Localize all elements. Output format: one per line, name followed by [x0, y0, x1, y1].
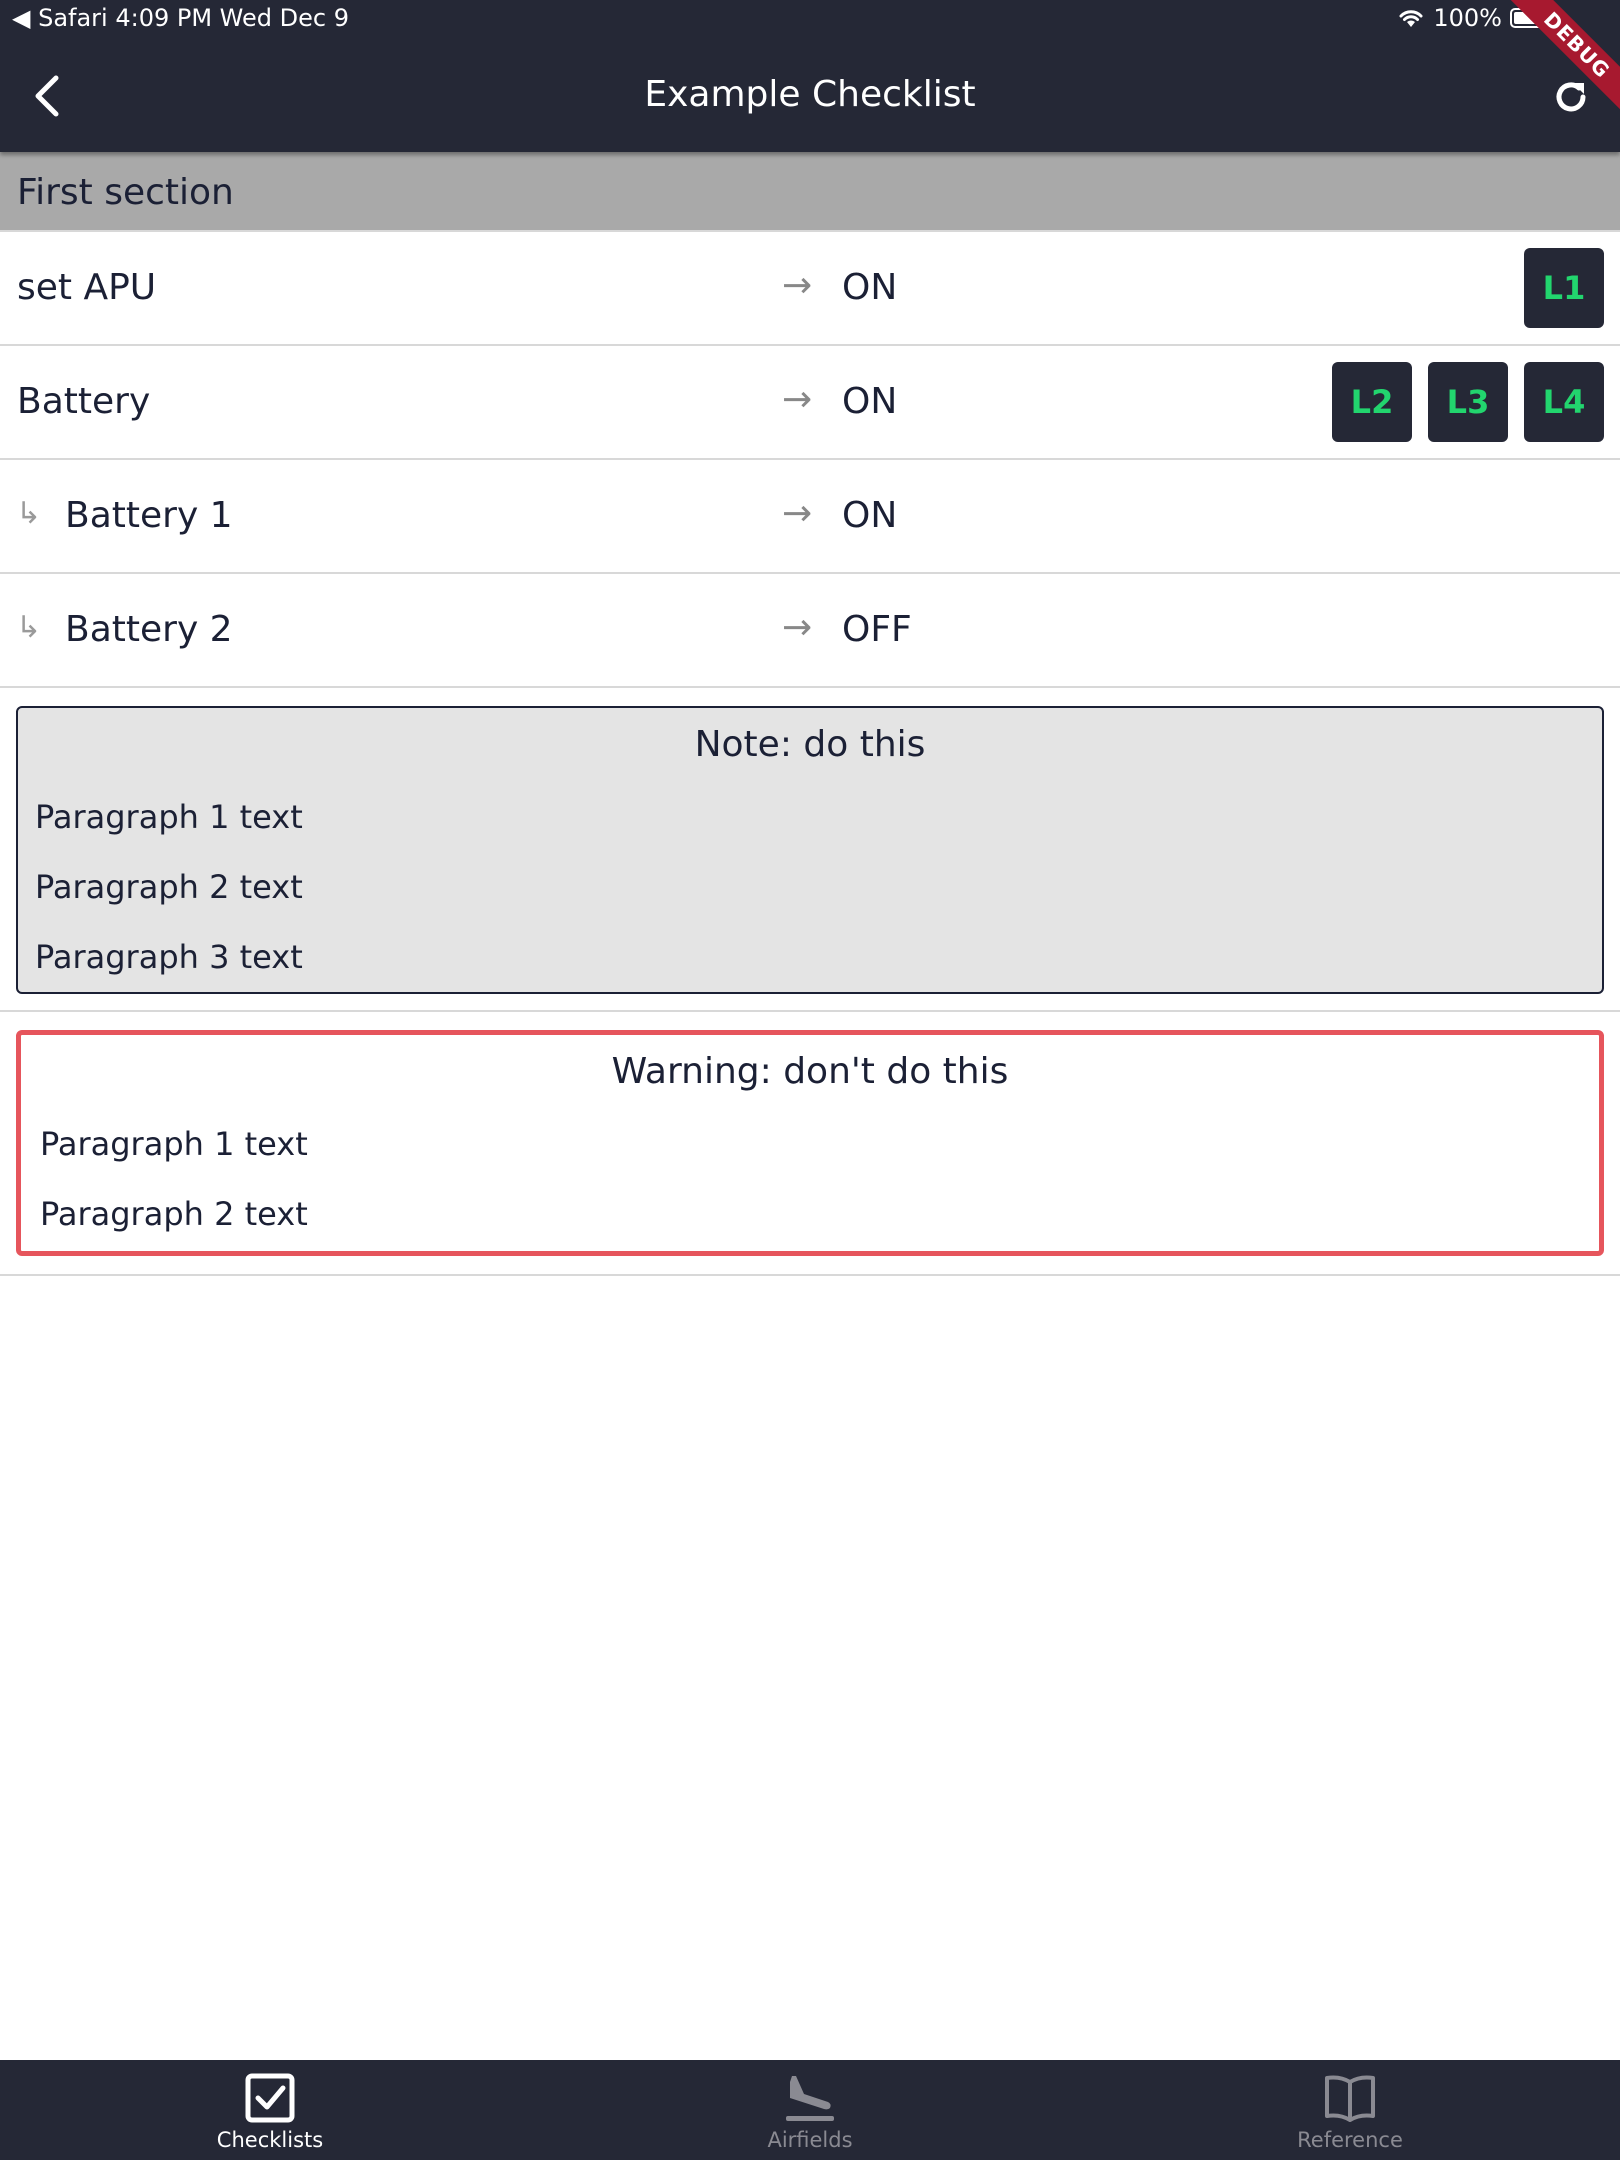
- tag-group: L2 L3 L4: [1332, 362, 1604, 442]
- tag-l3[interactable]: L3: [1428, 362, 1508, 442]
- book-icon: [1322, 2070, 1378, 2126]
- nav-label: Reference: [1297, 2128, 1403, 2152]
- airplane-landing-icon: [782, 2070, 838, 2126]
- note-paragraph: Paragraph 3 text: [35, 938, 303, 976]
- item-value: ON: [842, 267, 898, 308]
- note-title: Note: do this: [694, 724, 926, 765]
- nav-label: Airfields: [767, 2128, 853, 2152]
- tag-l4[interactable]: L4: [1524, 362, 1604, 442]
- item-name: set APU: [17, 267, 157, 308]
- subitem-arrow-icon: ↳: [16, 610, 42, 645]
- item-value: OFF: [842, 609, 912, 650]
- warning-title: Warning: don't do this: [611, 1051, 1009, 1092]
- section-title: First section: [17, 172, 234, 213]
- item-name: Battery 2: [65, 609, 233, 650]
- nav-reference[interactable]: Reference: [1080, 2060, 1620, 2160]
- tag-l2[interactable]: L2: [1332, 362, 1412, 442]
- arrow-right-icon: →: [782, 607, 813, 648]
- note-paragraph: Paragraph 2 text: [35, 868, 303, 906]
- divider: [0, 1010, 1620, 1012]
- warning-paragraph: Paragraph 1 text: [40, 1125, 308, 1163]
- warning-paragraph: Paragraph 2 text: [40, 1195, 308, 1233]
- bottom-navigation: Checklists Airfields Reference: [0, 2060, 1620, 2160]
- note-box: Note: do this Paragraph 1 text Paragraph…: [16, 706, 1604, 994]
- checklist-item-battery[interactable]: Battery → ON L2 L3 L4: [0, 346, 1620, 460]
- divider: [0, 1274, 1620, 1276]
- section-header: First section: [0, 152, 1620, 232]
- wifi-icon: [1399, 10, 1423, 27]
- item-value: ON: [842, 495, 898, 536]
- arrow-right-icon: →: [782, 379, 813, 420]
- warning-box: Warning: don't do this Paragraph 1 text …: [16, 1030, 1604, 1256]
- arrow-right-icon: →: [782, 493, 813, 534]
- page-title: Example Checklist: [644, 74, 976, 115]
- item-name: Battery 1: [65, 495, 233, 536]
- note-paragraph: Paragraph 1 text: [35, 798, 303, 836]
- refresh-icon: [1556, 82, 1586, 112]
- nav-label: Checklists: [216, 2128, 324, 2152]
- battery-percent: 100%: [1433, 4, 1502, 32]
- subitem-arrow-icon: ↳: [16, 496, 42, 531]
- nav-airfields[interactable]: Airfields: [540, 2060, 1080, 2160]
- arrow-right-icon: →: [782, 265, 813, 306]
- checklist-subitem-battery-1[interactable]: ↳ Battery 1 → ON: [0, 460, 1620, 574]
- item-name: Battery: [17, 381, 151, 422]
- checklist-item-set-apu[interactable]: set APU → ON L1: [0, 232, 1620, 346]
- item-value: ON: [842, 381, 898, 422]
- checkbox-icon: [242, 2070, 298, 2126]
- nav-checklists[interactable]: Checklists: [0, 2060, 540, 2160]
- status-bar-left: ◀ Safari 4:09 PM Wed Dec 9: [12, 4, 349, 32]
- tag-l1[interactable]: L1: [1524, 248, 1604, 328]
- refresh-button[interactable]: [1548, 74, 1594, 120]
- checklist-subitem-battery-2[interactable]: ↳ Battery 2 → OFF: [0, 574, 1620, 688]
- app-bar: ◀ Safari 4:09 PM Wed Dec 9 100% DEBUG Ex…: [0, 0, 1620, 152]
- tag-group: L1: [1524, 248, 1604, 328]
